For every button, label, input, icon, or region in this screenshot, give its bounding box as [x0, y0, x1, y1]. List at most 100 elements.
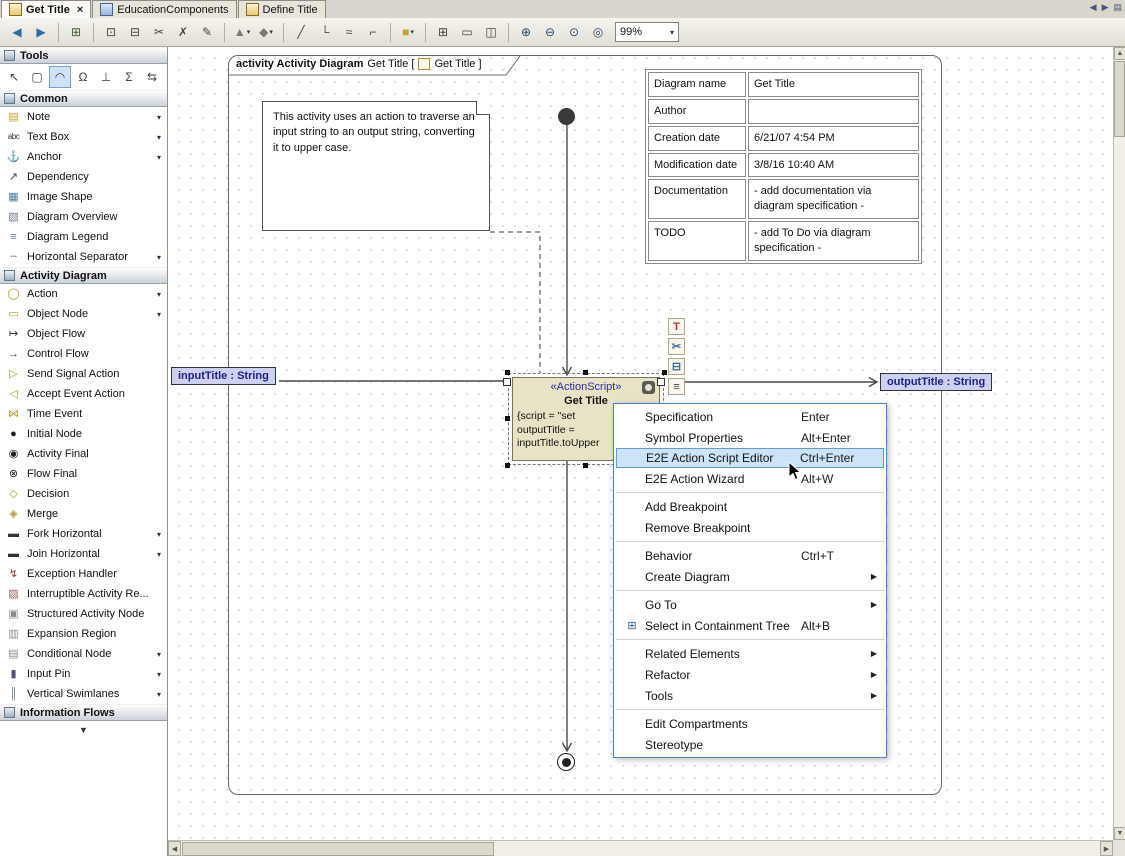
palette-item[interactable]: ◇ Decision	[0, 484, 167, 504]
palette-item[interactable]: ◈ Merge	[0, 504, 167, 524]
line-rectilinear-icon[interactable]: └	[314, 21, 336, 43]
palette-item[interactable]: ▭ Object Node ▾	[0, 304, 167, 324]
menu-item[interactable]: Refactor ▶	[614, 664, 886, 685]
palette-item[interactable]: ↦ Object Flow	[0, 324, 167, 344]
cut-icon[interactable]: ✂	[148, 21, 170, 43]
palette-item[interactable]: ↯ Exception Handler	[0, 564, 167, 584]
palette-item[interactable]: ⚓ Anchor ▾	[0, 147, 167, 167]
palette-item[interactable]: ▬ Fork Horizontal ▾	[0, 524, 167, 544]
selection-handle[interactable]	[583, 463, 588, 468]
palette-item[interactable]: ▤ Conditional Node ▾	[0, 644, 167, 664]
palette-section-common[interactable]: Common	[0, 90, 167, 107]
chevron-down-icon[interactable]: ▾	[157, 670, 161, 679]
palette-item[interactable]: ◯ Action ▾	[0, 284, 167, 304]
chevron-down-icon[interactable]: ▾	[157, 550, 161, 559]
copy-icon[interactable]: ⊡	[100, 21, 122, 43]
frame-title[interactable]: activity Activity Diagram Get Title [ Ge…	[236, 58, 482, 70]
scroll-left-icon[interactable]: ◀	[168, 841, 181, 856]
tab-educationcomponents[interactable]: EducationComponents	[92, 0, 236, 18]
tab-list-icon[interactable]: ▤	[1113, 2, 1122, 13]
selection-handle[interactable]	[662, 370, 667, 375]
initial-node[interactable]	[558, 108, 575, 125]
selection-handle[interactable]	[505, 416, 510, 421]
scroll-right-icon[interactable]: ▶	[1100, 841, 1113, 856]
chevron-down-icon[interactable]: ▾	[157, 690, 161, 699]
grid-icon[interactable]: ⊞	[432, 21, 454, 43]
palette-item[interactable]: abc Text Box ▾	[0, 127, 167, 147]
line-oblique-icon[interactable]: ╱	[290, 21, 312, 43]
selection-handle[interactable]	[505, 463, 510, 468]
line-corner-icon[interactable]: ⌐	[362, 21, 384, 43]
palette-item[interactable]: ⊗ Flow Final	[0, 464, 167, 484]
align-shapes-icon[interactable]: ▲ ▾	[231, 21, 253, 43]
palette-item[interactable]: ≡ Diagram Legend	[0, 227, 167, 247]
palette-item[interactable]: ◉ Activity Final	[0, 444, 167, 464]
magnet-tool-icon[interactable]: Ω	[72, 66, 94, 88]
next-tab-icon[interactable]: ▶	[1102, 2, 1109, 13]
menu-item[interactable]: Edit Compartments	[614, 713, 886, 734]
scroll-up-icon[interactable]: ▲	[1114, 47, 1125, 60]
delete-icon[interactable]: ✗	[172, 21, 194, 43]
line-curve-icon[interactable]: ≈	[338, 21, 360, 43]
menu-item[interactable]: Behavior Ctrl+T	[614, 545, 886, 566]
note[interactable]: This activity uses an action to traverse…	[262, 101, 490, 231]
palette-item[interactable]: ● Initial Node	[0, 424, 167, 444]
pointer-tool-icon[interactable]: ↖	[3, 66, 25, 88]
zoom-actual-icon[interactable]: ◎	[587, 21, 609, 43]
palette-section-tools[interactable]: Tools	[0, 47, 167, 64]
menu-item[interactable]: Create Diagram ▶	[614, 566, 886, 587]
palette-section-activity-diagram[interactable]: Activity Diagram	[0, 267, 167, 284]
palette-item[interactable]: ▨ Interruptible Activity Re...	[0, 584, 167, 604]
palette-item[interactable]: ▤ Note ▾	[0, 107, 167, 127]
activity-final-node[interactable]	[557, 753, 575, 771]
chevron-down-icon[interactable]: ▾	[157, 650, 161, 659]
selection-handle[interactable]	[583, 370, 588, 375]
align-tool-icon[interactable]: ⊥	[95, 66, 117, 88]
palette-section-information-flows[interactable]: Information Flows	[0, 704, 167, 721]
menu-item[interactable]: Related Elements ▶	[614, 643, 886, 664]
fill-color-icon[interactable]: ■ ▾	[397, 21, 419, 43]
chevron-down-icon[interactable]: ▾	[157, 133, 161, 142]
format-painter-icon[interactable]: ✎	[196, 21, 218, 43]
chevron-down-icon[interactable]: ▾	[157, 290, 161, 299]
output-pin[interactable]	[657, 378, 665, 386]
palette-item[interactable]: ↗ Dependency	[0, 167, 167, 187]
input-pin-label[interactable]: inputTitle : String	[171, 367, 276, 385]
menu-item[interactable]: Add Breakpoint	[614, 496, 886, 517]
forward-icon[interactable]: ▶	[30, 21, 52, 43]
frame-icon[interactable]: ▭	[456, 21, 478, 43]
palette-item[interactable]: ║ Vertical Swimlanes ▾	[0, 684, 167, 704]
menu-item[interactable]: Go To ▶	[614, 594, 886, 615]
palette-item[interactable]: ◁ Accept Event Action	[0, 384, 167, 404]
palette-item[interactable]: ⋈ Time Event	[0, 404, 167, 424]
chevron-down-icon[interactable]: ▾	[157, 113, 161, 122]
paste-icon[interactable]: ⊟	[124, 21, 146, 43]
palette-item[interactable]: ▣ Structured Activity Node	[0, 604, 167, 624]
palette-item[interactable]: ▦ Image Shape	[0, 187, 167, 207]
list-options-icon[interactable]: ≡	[668, 378, 685, 395]
palette-item[interactable]: → Control Flow	[0, 344, 167, 364]
compartments-icon[interactable]: ⊟	[668, 358, 685, 375]
input-pin[interactable]	[503, 378, 511, 386]
zoom-in-icon[interactable]: ⊕	[515, 21, 537, 43]
shape-style-icon[interactable]: ◆ ▾	[255, 21, 277, 43]
menu-item[interactable]: Tools ▶	[614, 685, 886, 706]
area-select-tool-icon[interactable]: ▢	[26, 66, 48, 88]
tab-define-title[interactable]: Define Title	[238, 0, 326, 18]
horizontal-scroll-thumb[interactable]	[182, 842, 494, 856]
palette-item[interactable]: ┄ Horizontal Separator ▾	[0, 247, 167, 267]
tab-get-title[interactable]: Get Title ×	[1, 0, 91, 18]
chevron-down-icon[interactable]: ▾	[157, 153, 161, 162]
menu-item[interactable]: Symbol Properties Alt+Enter	[614, 427, 886, 448]
diagram-canvas[interactable]: activity Activity Diagram Get Title [ Ge…	[168, 47, 1113, 840]
containment-icon[interactable]: ⊞	[65, 21, 87, 43]
chevron-down-icon[interactable]: ▾	[157, 530, 161, 539]
vertical-scroll-thumb[interactable]	[1114, 61, 1125, 137]
back-icon[interactable]: ◀	[6, 21, 28, 43]
menu-item[interactable]: Remove Breakpoint	[614, 517, 886, 538]
swap-tool-icon[interactable]: ⇆	[141, 66, 163, 88]
sticky-mode-tool-icon[interactable]: ◠	[49, 66, 71, 88]
zoom-out-icon[interactable]: ⊖	[539, 21, 561, 43]
vertical-scrollbar[interactable]: ▲ ▼	[1113, 47, 1125, 840]
palette-more-button[interactable]: ▼	[0, 721, 167, 739]
